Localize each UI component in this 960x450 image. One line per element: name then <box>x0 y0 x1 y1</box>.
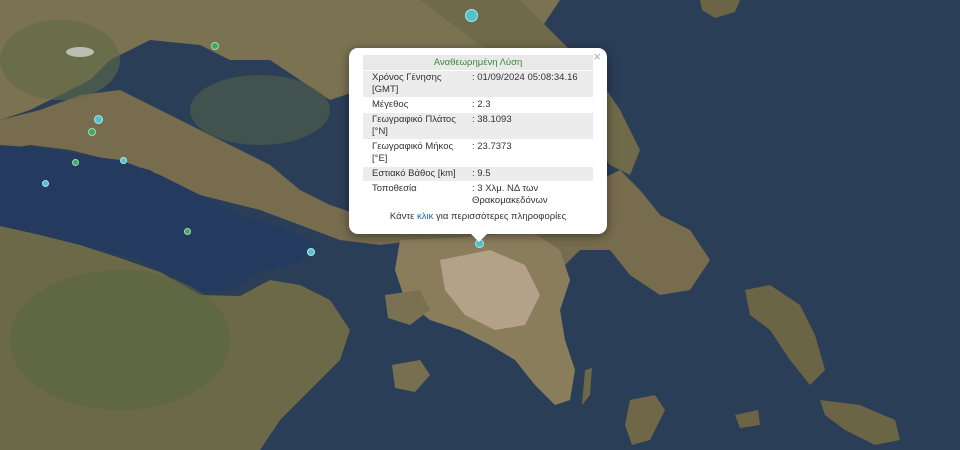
mountain-snow <box>66 47 94 57</box>
magnitude-value: : 2.3 <box>472 99 491 110</box>
more-info-footer: Κάντε κλικ για περισσότερες πληροφορίες <box>363 211 593 222</box>
longitude-value: : 23.7373 <box>472 141 512 152</box>
earthquake-marker-gulf-east[interactable] <box>307 248 315 256</box>
popup-title: Αναθεωρημένη Λύση <box>363 55 593 70</box>
earthquake-marker-gulf-north-1[interactable] <box>94 115 103 124</box>
row-latitude: Γεωγραφικό Πλάτος [°N] : 38.1093 <box>363 113 593 139</box>
location-label: Τοποθεσία <box>372 183 417 194</box>
mountain-shade-3 <box>190 75 330 145</box>
more-info-link[interactable]: κλικ <box>417 211 433 222</box>
row-longitude: Γεωγραφικό Μήκος [°E] : 23.7373 <box>363 140 593 166</box>
earthquake-marker-north-coast[interactable] <box>465 9 478 22</box>
footer-text-after: για περισσότερες πληροφορίες <box>433 211 567 222</box>
location-value: : 3 Χλμ. ΝΔ των Θρακομακεδόνων <box>472 183 548 206</box>
row-magnitude: Μέγεθος : 2.3 <box>363 98 593 112</box>
row-origin-time: Χρόνος Γένησης [GMT] : 01/09/2024 05:08:… <box>363 71 593 97</box>
earthquake-marker-gulf-north-2[interactable] <box>88 128 96 136</box>
close-icon[interactable]: × <box>593 50 601 64</box>
magnitude-label: Μέγεθος <box>372 99 409 110</box>
row-depth: Εστιακό Βάθος [km] : 9.5 <box>363 167 593 181</box>
latitude-label: Γεωγραφικό Πλάτος [°N] <box>372 114 456 137</box>
earthquake-info-popup: × Αναθεωρημένη Λύση Χρόνος Γένησης [GMT]… <box>349 48 607 242</box>
depth-label: Εστιακό Βάθος [km] <box>372 168 456 179</box>
footer-text-before: Κάντε <box>389 211 417 222</box>
earthquake-marker-mountain-north[interactable] <box>211 42 219 50</box>
mountain-shade-2 <box>10 270 230 410</box>
row-location: Τοποθεσία : 3 Χλμ. ΝΔ των Θρακομακεδόνων <box>363 182 593 208</box>
earthquake-marker-gulf-north-3[interactable] <box>72 159 79 166</box>
depth-value: : 9.5 <box>472 168 491 179</box>
earthquake-marker-gulf-mid[interactable] <box>120 157 127 164</box>
mountain-shade-1 <box>0 20 120 100</box>
latitude-value: : 38.1093 <box>472 114 512 125</box>
earthquake-marker-gulf-south[interactable] <box>184 228 191 235</box>
origin-time-label: Χρόνος Γένησης [GMT] <box>372 72 442 95</box>
earthquake-marker-gulf-west[interactable] <box>42 180 49 187</box>
popup-pointer <box>471 234 487 242</box>
longitude-label: Γεωγραφικό Μήκος [°E] <box>372 141 454 164</box>
origin-time-value: : 01/09/2024 05:08:34.16 <box>472 72 578 83</box>
